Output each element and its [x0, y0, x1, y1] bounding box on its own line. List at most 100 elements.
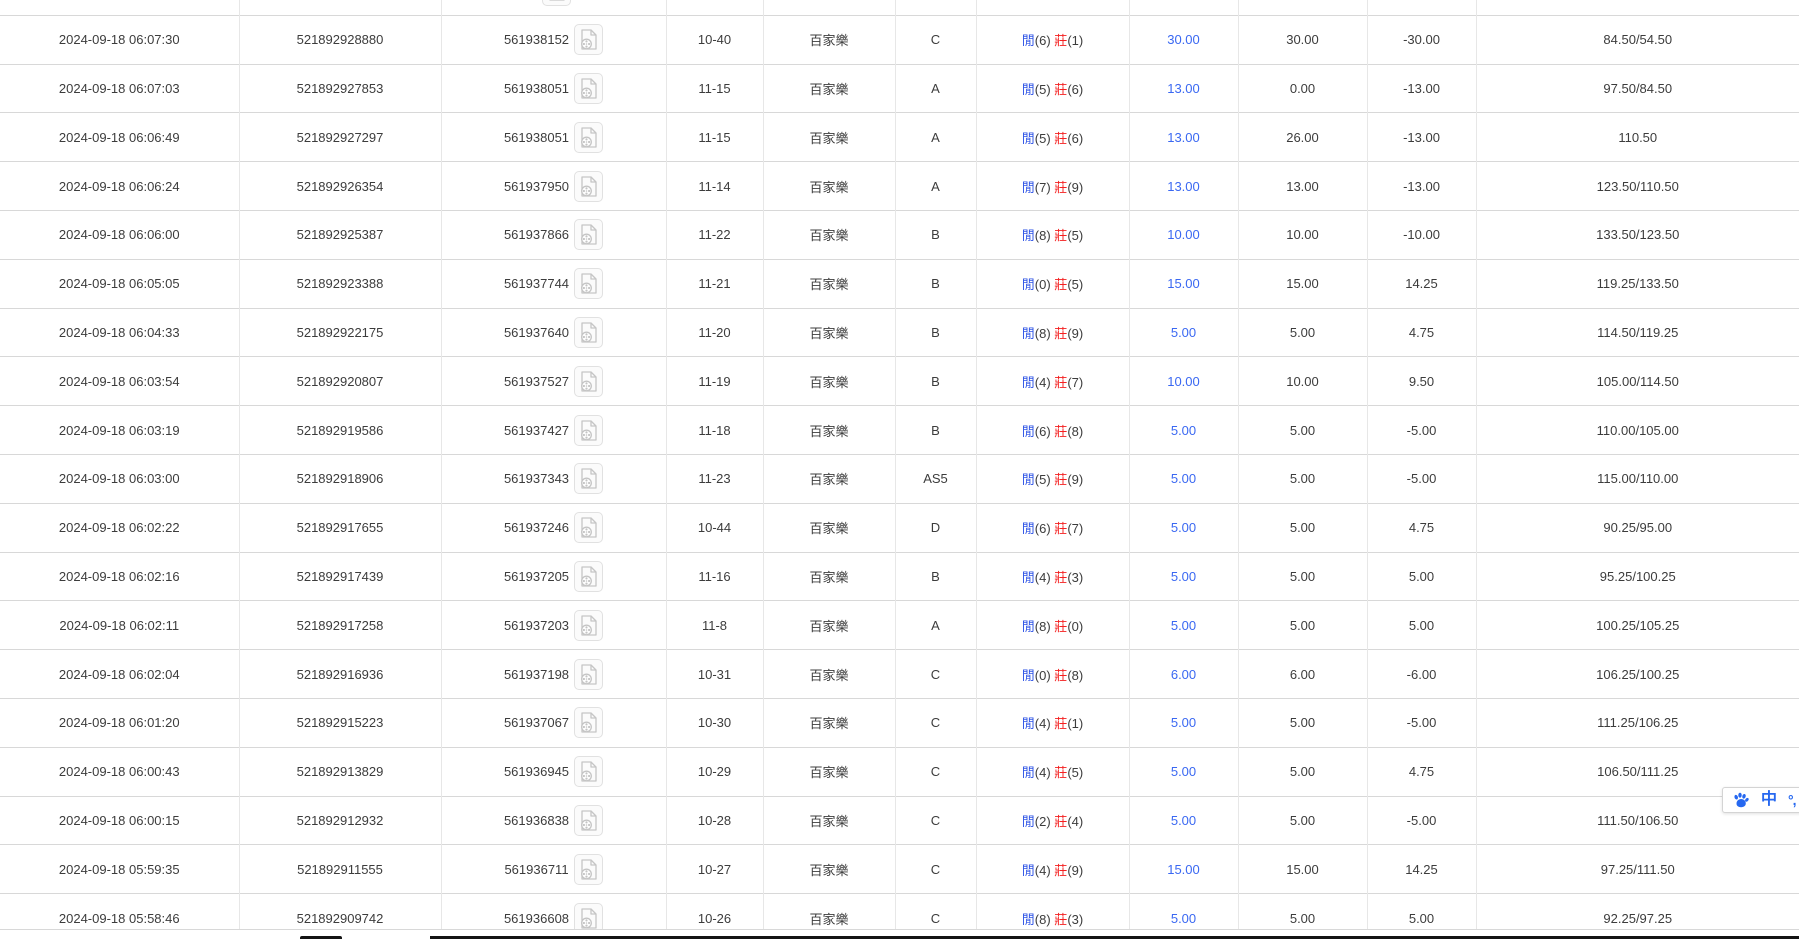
bet-amount-link[interactable]: 5.00	[1171, 764, 1196, 779]
video-replay-button[interactable]	[542, 0, 571, 6]
cell-game-type: 百家樂	[763, 113, 895, 162]
bet-amount-link[interactable]: 10.00	[1167, 374, 1200, 389]
banker-label: 莊	[1054, 912, 1067, 927]
video-file-icon	[574, 171, 603, 202]
bet-amount-link[interactable]: 5.00	[1171, 911, 1196, 926]
table-row: 2024-09-18 06:07:03521892927853561938051…	[0, 64, 1799, 113]
cell-session-id: 561937527	[441, 357, 666, 406]
video-replay-button[interactable]	[574, 805, 603, 836]
banker-label: 莊	[1054, 82, 1067, 97]
video-replay-button[interactable]	[574, 659, 603, 690]
video-replay-button[interactable]	[574, 512, 603, 543]
bet-amount-link[interactable]: 5.00	[1171, 618, 1196, 633]
bet-amount-link[interactable]: 5.00	[1171, 569, 1196, 584]
bet-amount-link[interactable]: 5.00	[1171, 715, 1196, 730]
video-replay-button[interactable]	[574, 415, 603, 446]
cell-valid-bet: 5.00	[1238, 308, 1367, 357]
video-replay-button[interactable]	[574, 903, 603, 930]
table-row: 2024-09-18 06:07:30521892928880561938152…	[0, 15, 1799, 64]
video-file-icon	[574, 805, 603, 836]
video-replay-button[interactable]	[574, 610, 603, 641]
cell-bet-amount	[1129, 0, 1238, 15]
player-label: 閒	[1022, 33, 1035, 48]
banker-score: (3)	[1067, 570, 1083, 585]
bet-amount-link[interactable]: 30.00	[1167, 32, 1200, 47]
video-replay-button[interactable]	[574, 268, 603, 299]
video-replay-button[interactable]	[574, 463, 603, 494]
ime-punctuation-button[interactable]: °,	[1788, 793, 1796, 807]
cell-bet-amount: 6.00	[1129, 650, 1238, 699]
banker-score: (6)	[1067, 82, 1083, 97]
cell-valid-bet: 10.00	[1238, 357, 1367, 406]
video-file-icon	[574, 610, 603, 641]
video-replay-button[interactable]	[574, 854, 603, 885]
banker-score: (4)	[1067, 814, 1083, 829]
session-id-text: 561938152	[504, 32, 569, 47]
bet-amount-link[interactable]: 10.00	[1167, 227, 1200, 242]
baidu-ime-toolbar[interactable]: 中 °,	[1722, 787, 1799, 813]
baidu-ime-logo-icon[interactable]	[1732, 792, 1750, 808]
banker-score: (5)	[1067, 228, 1083, 243]
cell-valid-bet: 5.00	[1238, 406, 1367, 455]
banker-score: (6)	[1067, 131, 1083, 146]
video-replay-button[interactable]	[574, 219, 603, 250]
cell-profit: 5.00	[1367, 601, 1476, 650]
cell-bet-time: 2024-09-18 06:03:00	[0, 454, 239, 503]
cell-profit: 5.00	[1367, 552, 1476, 601]
video-replay-button[interactable]	[574, 122, 603, 153]
bet-amount-link[interactable]: 5.00	[1171, 520, 1196, 535]
cell-result: 閒(5) 莊(6)	[976, 113, 1129, 162]
bet-amount-link[interactable]: 5.00	[1171, 471, 1196, 486]
cell-valid-bet: 5.00	[1238, 796, 1367, 845]
video-replay-button[interactable]	[574, 171, 603, 202]
cell-valid-bet: 5.00	[1238, 894, 1367, 930]
video-replay-button[interactable]	[574, 707, 603, 738]
video-replay-button[interactable]	[574, 317, 603, 348]
cell-game-type: 百家樂	[763, 210, 895, 259]
ime-language-mode-button[interactable]: 中	[1761, 792, 1777, 808]
banker-score: (9)	[1067, 180, 1083, 195]
video-file-icon	[574, 903, 603, 930]
bet-amount-link[interactable]: 13.00	[1167, 179, 1200, 194]
player-label: 閒	[1022, 326, 1035, 341]
bet-amount-link[interactable]: 5.00	[1171, 325, 1196, 340]
cell-result: 閒(8) 莊(9)	[976, 308, 1129, 357]
bet-amount-link[interactable]: 13.00	[1167, 81, 1200, 96]
cell-valid-bet: 0.00	[1238, 64, 1367, 113]
video-file-icon	[574, 317, 603, 348]
cell-table-no: 10-27	[666, 845, 763, 894]
cell-game-type	[763, 0, 895, 15]
table-row: 2024-09-18 06:03:54521892920807561937527…	[0, 357, 1799, 406]
cell-result: 閒(4) 莊(5)	[976, 747, 1129, 796]
video-replay-button[interactable]	[574, 73, 603, 104]
video-replay-button[interactable]	[574, 24, 603, 55]
bet-amount-link[interactable]: 13.00	[1167, 130, 1200, 145]
bet-history-screen: 2024-09-18 06:07:30521892928880561938152…	[0, 0, 1799, 939]
cell-game-type: 百家樂	[763, 357, 895, 406]
cell-round-id: 521892928880	[239, 15, 441, 64]
cell-bet-amount: 5.00	[1129, 601, 1238, 650]
banker-label: 莊	[1054, 668, 1067, 683]
cell-round-id: 521892917439	[239, 552, 441, 601]
video-replay-button[interactable]	[574, 366, 603, 397]
bet-amount-link[interactable]: 5.00	[1171, 813, 1196, 828]
cell-valid-bet: 15.00	[1238, 259, 1367, 308]
table-row: 2024-09-18 05:59:35521892911555561936711…	[0, 845, 1799, 894]
bet-amount-link[interactable]: 15.00	[1167, 862, 1200, 877]
bet-amount-link[interactable]: 15.00	[1167, 276, 1200, 291]
cell-round-id: 521892911555	[239, 845, 441, 894]
cell-profit: -5.00	[1367, 454, 1476, 503]
table-row: 2024-09-18 06:05:05521892923388561937744…	[0, 259, 1799, 308]
video-file-icon	[574, 415, 603, 446]
cell-valid-bet	[1238, 0, 1367, 15]
bet-amount-link[interactable]: 6.00	[1171, 667, 1196, 682]
banker-score: (8)	[1067, 668, 1083, 683]
cell-valid-bet: 30.00	[1238, 15, 1367, 64]
cell-game-type: 百家樂	[763, 698, 895, 747]
bet-amount-link[interactable]: 5.00	[1171, 423, 1196, 438]
table-row: 2024-09-18 06:06:00521892925387561937866…	[0, 210, 1799, 259]
cell-session-id: 561938051	[441, 113, 666, 162]
video-replay-button[interactable]	[574, 756, 603, 787]
video-replay-button[interactable]	[574, 561, 603, 592]
banker-score: (5)	[1067, 765, 1083, 780]
